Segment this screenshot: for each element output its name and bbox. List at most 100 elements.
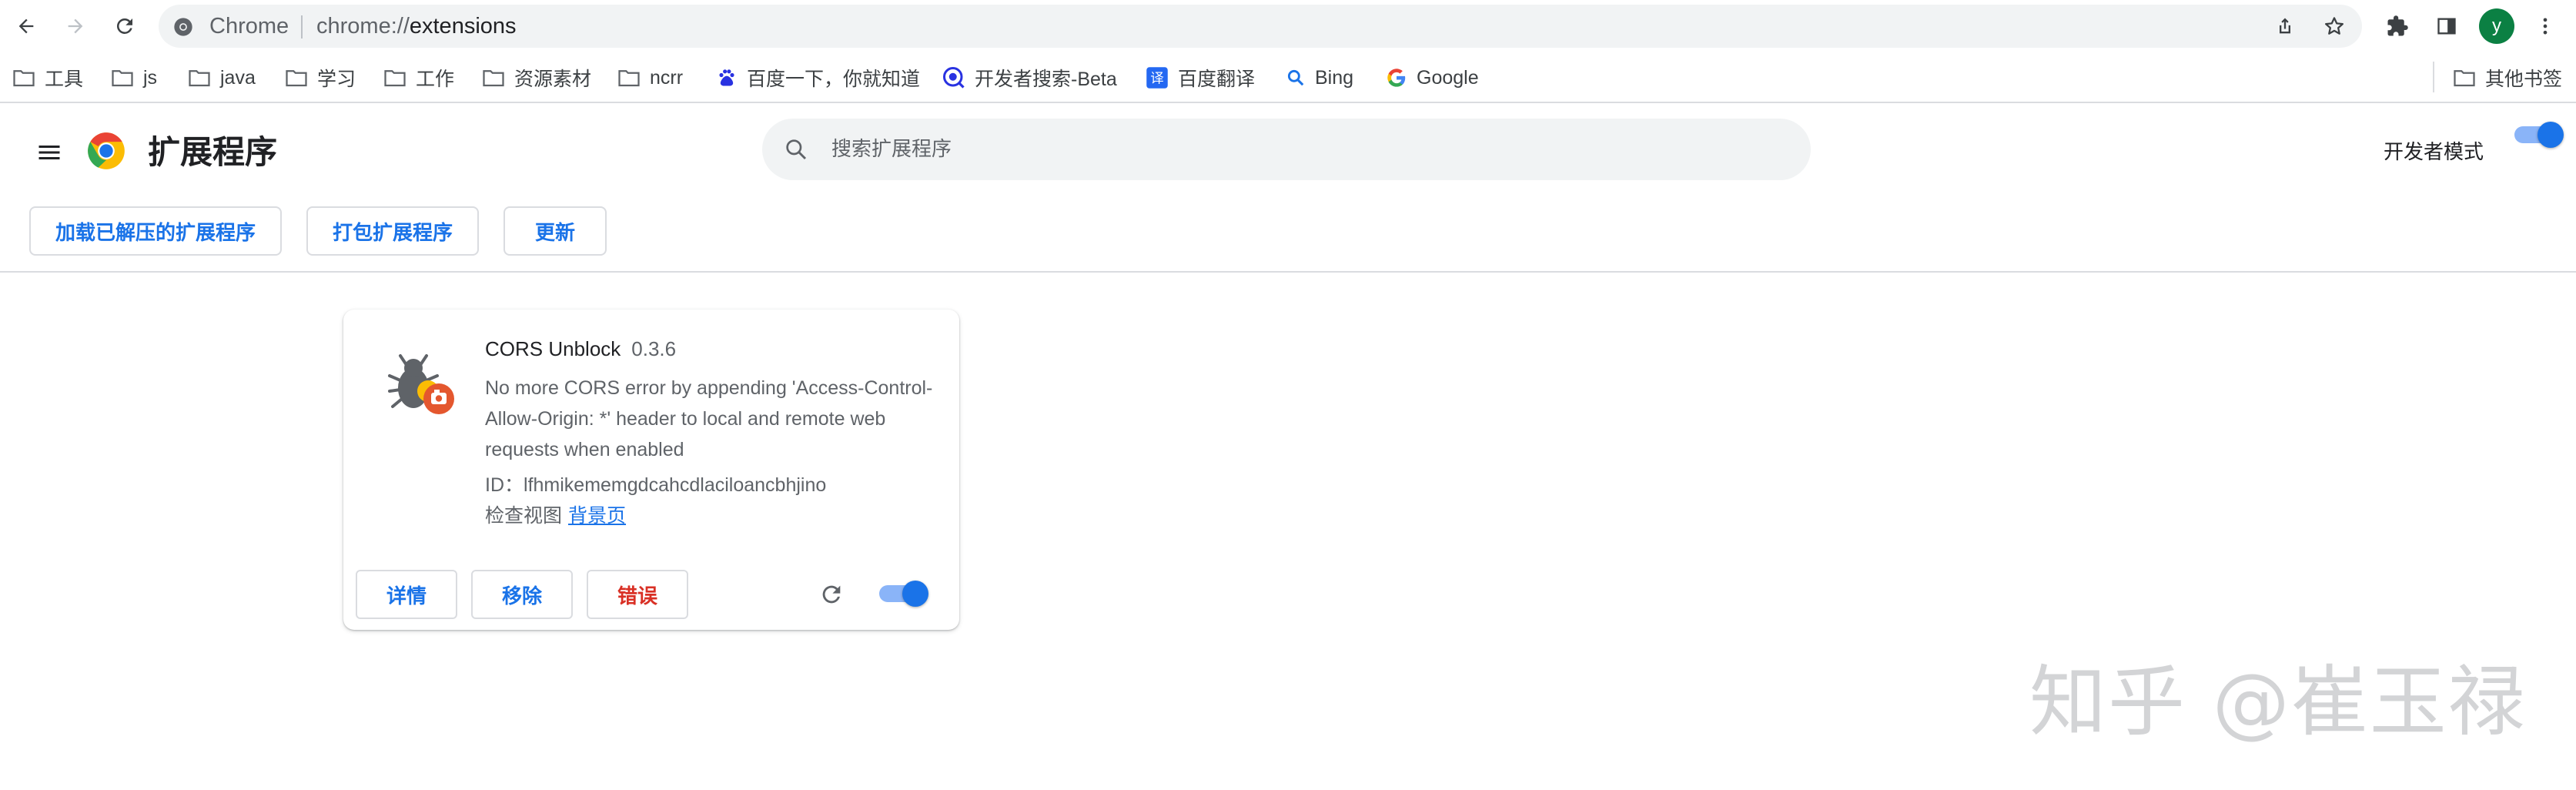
extension-version: 0.3.6 [631, 337, 677, 360]
reload-icon [822, 585, 841, 604]
more-vert-icon [2543, 18, 2548, 35]
extension-name: CORS Unblock [485, 337, 621, 360]
folder-icon [483, 70, 504, 87]
bookmark-label: 其他书签 [2485, 69, 2563, 90]
bookmark-link[interactable]: Google [1386, 59, 1479, 97]
bookmark-label: ncrr [650, 66, 684, 89]
extension-card: CORS Unblock 0.3.6 No more CORS error by … [343, 310, 959, 630]
bookmark-folder[interactable]: java [188, 59, 256, 97]
svg-text:译: 译 [1150, 71, 1164, 86]
bookmark-folder[interactable]: ncrr [617, 59, 683, 97]
bookmark-link[interactable]: 百度一下，你就知道 [716, 59, 920, 97]
chrome-logo-icon [88, 132, 125, 169]
url-text[interactable]: chrome://extensions [316, 5, 517, 48]
bookmark-label: 工作 [416, 69, 455, 90]
url-scheme: chrome:// [316, 14, 410, 38]
forward-icon [68, 18, 83, 34]
errors-button[interactable]: 错误 [587, 570, 688, 619]
search-box[interactable] [762, 119, 1811, 180]
bookmark-label: 百度一下，你就知道 [747, 69, 921, 90]
extension-name-row: CORS Unblock 0.3.6 [485, 337, 676, 361]
star-icon [2325, 17, 2343, 35]
bookmark-label: js [143, 66, 158, 89]
back-icon [18, 18, 34, 34]
extensions-button[interactable] [2379, 8, 2416, 45]
address-divider [301, 15, 303, 38]
browser-toolbar: Chrome chrome://extensions y [0, 0, 2576, 52]
extension-id: lfhmikememgdcahcdlaciloancbhjino [524, 474, 827, 496]
search-icon [779, 132, 813, 166]
bookmarks-divider [2433, 62, 2434, 92]
google-icon [1387, 69, 1406, 87]
background-page-link[interactable]: 背景页 [568, 504, 626, 527]
search-input[interactable] [831, 119, 1786, 180]
puzzle-icon [2387, 15, 2408, 36]
bookmark-label: 百度翻译 [1178, 69, 1256, 90]
bookmark-label: Bing [1315, 66, 1354, 89]
bing-search-icon [1287, 69, 1304, 86]
side-panel-button[interactable] [2428, 8, 2465, 45]
developer-mode-label: 开发者模式 [2384, 141, 2484, 164]
folder-icon [286, 70, 307, 87]
toggle-knob [902, 581, 928, 607]
translate-icon: 译 [1146, 67, 1168, 89]
extension-description: No more CORS error by appending 'Access-… [485, 377, 933, 460]
back-button[interactable] [8, 8, 45, 45]
forward-button[interactable] [57, 8, 94, 45]
bookmark-folder[interactable]: js [111, 59, 157, 97]
bookmark-star-button[interactable] [2319, 11, 2350, 42]
remove-button[interactable]: 移除 [471, 570, 573, 619]
main-menu-button[interactable] [29, 132, 69, 172]
watermark: 知乎 @崔玉禄 [2029, 657, 2527, 747]
bookmark-label: 资源素材 [514, 69, 592, 90]
bookmark-label: Google [1417, 66, 1479, 89]
extension-id-label: ID： [485, 474, 524, 496]
reload-extension-button[interactable] [813, 576, 850, 613]
hamburger-icon [38, 146, 60, 159]
bookmark-label: 学习 [317, 69, 356, 90]
bookmark-label: 开发者搜索-Beta [975, 69, 1117, 90]
baidu-icon [719, 69, 734, 86]
bookmark-folder[interactable]: 工作 [383, 59, 454, 97]
bookmark-folder[interactable]: 工具 [12, 59, 83, 97]
load-unpacked-button[interactable]: 加载已解压的扩展程序 [29, 206, 282, 256]
folder-icon [189, 70, 210, 87]
reload-button[interactable] [106, 8, 143, 45]
profile-avatar[interactable]: y [2479, 8, 2514, 44]
menu-button[interactable] [2527, 8, 2564, 45]
bookmark-folder[interactable]: 学习 [285, 59, 356, 97]
bookmark-folder[interactable]: 资源素材 [482, 59, 591, 97]
share-button[interactable] [2270, 11, 2300, 42]
inspect-views-row: 检查视图 背景页 [485, 502, 626, 530]
bookmark-link[interactable]: Bing [1286, 59, 1353, 97]
address-bar[interactable]: Chrome chrome://extensions [159, 5, 2362, 48]
folder-icon [13, 70, 35, 87]
details-button[interactable]: 详情 [356, 570, 457, 619]
bookmark-link[interactable]: 开发者搜索-Beta [942, 59, 1117, 97]
page-title: 扩展程序 [148, 133, 278, 171]
url-host: extensions [409, 14, 517, 38]
extension-id-row: ID：lfhmikememgdcahcdlaciloancbhjino [485, 471, 826, 499]
share-icon [2280, 18, 2290, 34]
folder-icon [618, 70, 640, 87]
bookmarks-bar: 工具 js java 学习 工作 资源素材 ncrr 百度一下，你就知道 开发者… [0, 52, 2576, 103]
bookmark-link[interactable]: 译 百度翻译 [1146, 59, 1255, 97]
chrome-site-icon[interactable] [171, 15, 196, 39]
folder-icon [112, 70, 133, 87]
pack-extension-button[interactable]: 打包扩展程序 [306, 206, 479, 256]
side-panel-icon [2437, 18, 2456, 35]
bookmark-label: 工具 [45, 69, 84, 90]
extension-enabled-toggle[interactable] [879, 581, 928, 607]
inspect-views-label: 检查视图 [485, 504, 563, 527]
bug-icon [388, 354, 454, 414]
bookmark-label: java [220, 66, 256, 89]
developer-mode-toggle[interactable] [2514, 122, 2564, 148]
toggle-knob [2538, 122, 2564, 148]
folder-icon [384, 70, 406, 87]
other-bookmarks-folder[interactable]: 其他书签 [2453, 59, 2562, 97]
update-button[interactable]: 更新 [503, 206, 607, 256]
folder-icon [2454, 70, 2475, 87]
extensions-header: 扩展程序 开发者模式 加载已解压的扩展程序 打包扩展程序 更新 [0, 105, 2576, 273]
dev-search-icon [943, 67, 965, 89]
site-name: Chrome [209, 14, 289, 38]
